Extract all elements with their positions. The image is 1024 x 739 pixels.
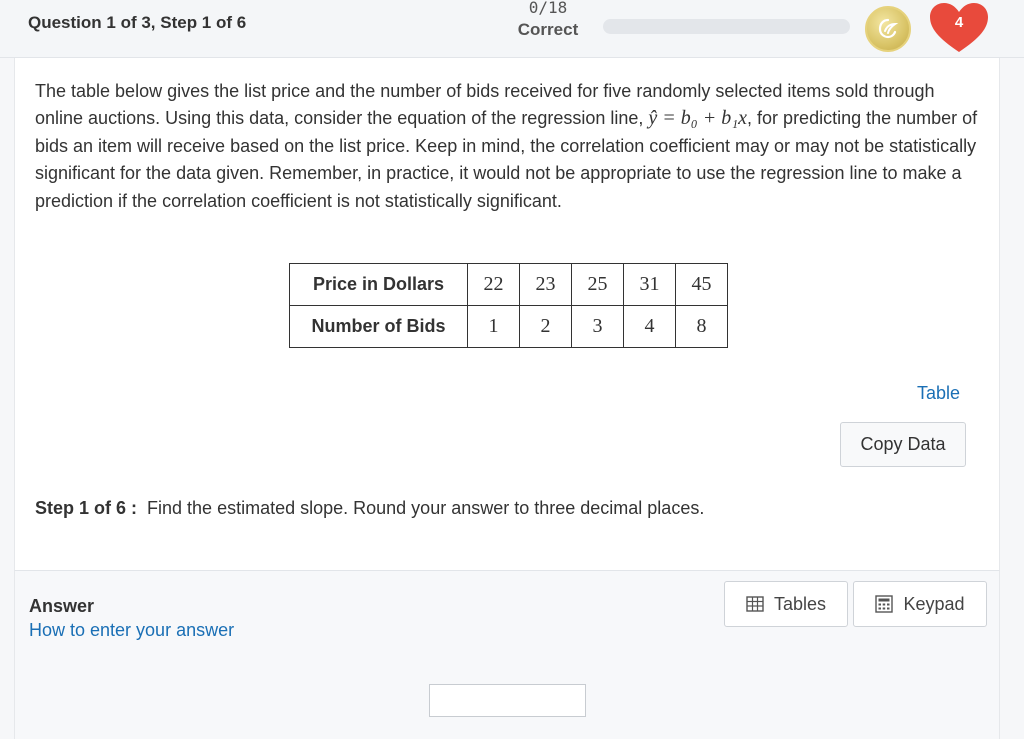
answer-area: Answer How to enter your answer Tables K… bbox=[14, 570, 1000, 739]
step-text: Find the estimated slope. Round your ans… bbox=[147, 498, 705, 518]
step-instruction: Step 1 of 6 : Find the estimated slope. … bbox=[35, 498, 704, 519]
answer-label: Answer bbox=[29, 596, 95, 616]
data-table: Price in Dollars 22 23 25 31 45 Number o… bbox=[289, 263, 728, 348]
regression-equation: ŷ = b₀ + b₁x bbox=[648, 107, 748, 130]
score-label: Correct bbox=[517, 20, 579, 39]
score-value: 0/18 bbox=[528, 0, 568, 17]
table-cell: 22 bbox=[467, 263, 520, 306]
question-card: The table below gives the list price and… bbox=[14, 58, 1000, 570]
table-row: Number of Bids 1 2 3 4 8 bbox=[289, 305, 728, 348]
lives-count: 4 bbox=[954, 14, 964, 31]
table-cell: 4 bbox=[623, 305, 676, 348]
tables-button[interactable]: Tables bbox=[724, 581, 848, 627]
table-cell: 45 bbox=[675, 263, 728, 306]
table-cell: 3 bbox=[571, 305, 624, 348]
question-title: Question 1 of 3, Step 1 of 6 bbox=[28, 13, 247, 32]
table-cell: 23 bbox=[519, 263, 572, 306]
table-cell: 1 bbox=[467, 305, 520, 348]
keypad-icon bbox=[875, 595, 894, 613]
table-grid-icon bbox=[746, 596, 764, 612]
problem-text: The table below gives the list price and… bbox=[35, 78, 985, 215]
answer-input[interactable] bbox=[429, 684, 586, 717]
how-to-enter-link[interactable]: How to enter your answer bbox=[29, 620, 234, 641]
coin-icon[interactable] bbox=[865, 6, 911, 52]
table-link[interactable]: Table bbox=[917, 383, 960, 404]
lives-heart-icon: 4 bbox=[928, 2, 990, 54]
progress-bar bbox=[603, 19, 850, 34]
table-cell: 31 bbox=[623, 263, 676, 306]
row-header: Number of Bids bbox=[289, 305, 468, 348]
tables-button-label: Tables bbox=[773, 593, 827, 614]
step-label: Step 1 of 6 : bbox=[35, 498, 138, 518]
top-bar: Question 1 of 3, Step 1 of 6 0/18 Correc… bbox=[0, 0, 1024, 58]
score-display: 0/18 Correct bbox=[504, 0, 592, 41]
copy-data-button[interactable]: Copy Data bbox=[840, 422, 966, 467]
table-cell: 2 bbox=[519, 305, 572, 348]
keypad-button[interactable]: Keypad bbox=[853, 581, 987, 627]
table-cell: 25 bbox=[571, 263, 624, 306]
table-cell: 8 bbox=[675, 305, 728, 348]
row-header: Price in Dollars bbox=[289, 263, 468, 306]
keypad-button-label: Keypad bbox=[903, 593, 965, 614]
table-row: Price in Dollars 22 23 25 31 45 bbox=[289, 263, 728, 306]
